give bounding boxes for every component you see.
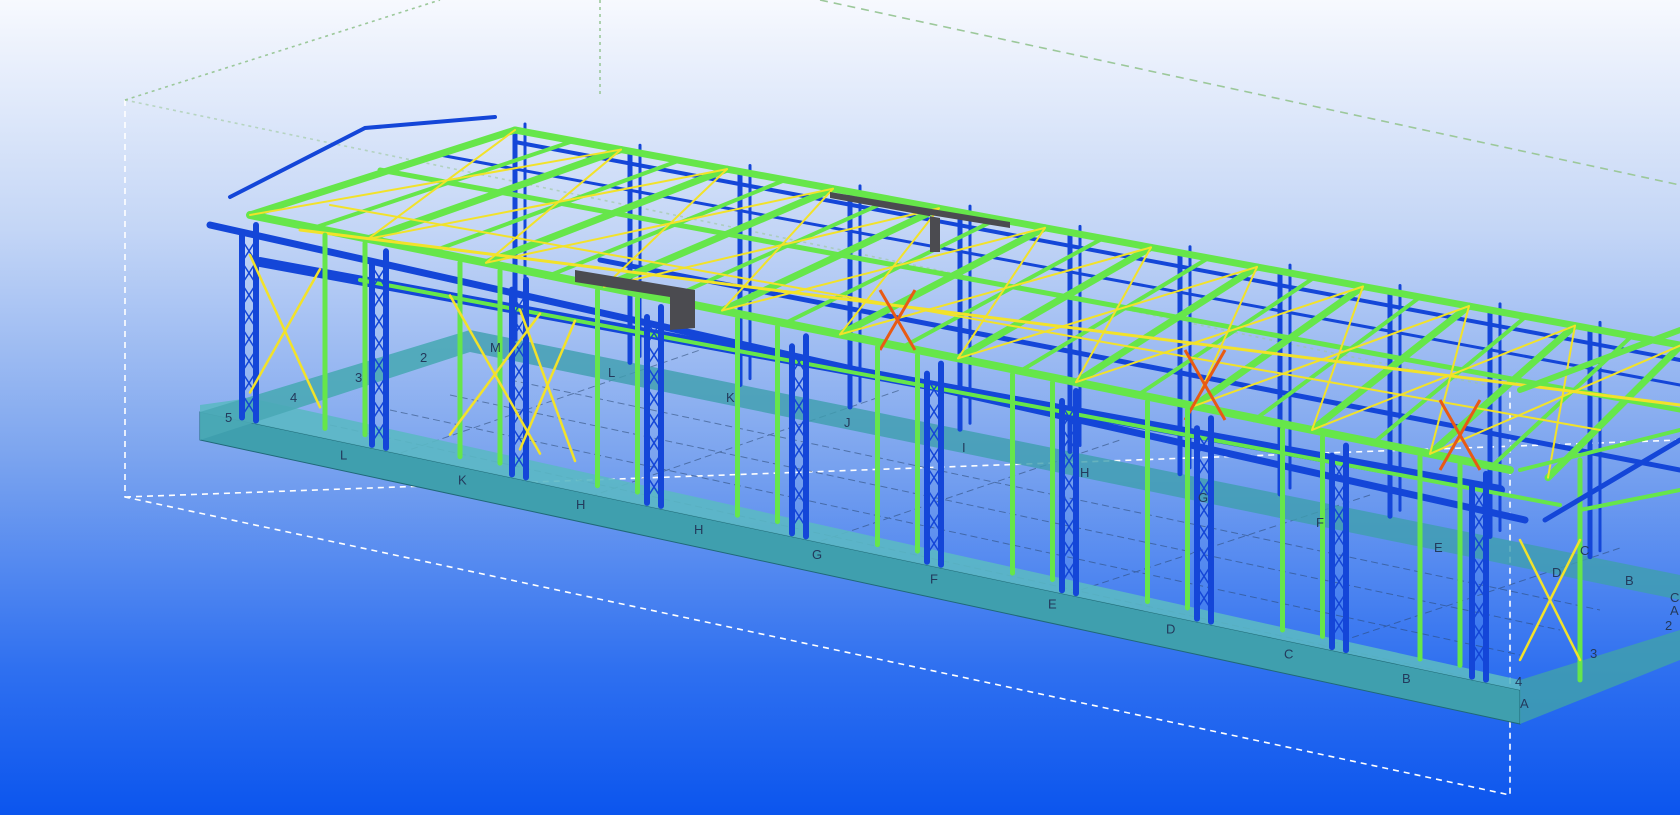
grid-label-right-letter: A xyxy=(1670,603,1679,618)
grid-label-right: 3 xyxy=(1590,646,1597,661)
grid-label-front: K xyxy=(458,472,467,487)
grid-label-right-letter: B xyxy=(1625,573,1634,588)
right-foundation-slab xyxy=(1520,630,1680,724)
grid-label-left: 5 xyxy=(225,410,232,425)
model-3d-viewport[interactable]: LKHHGFEDCBAMLKJIHGFEDC2345234CBA xyxy=(0,0,1680,815)
grid-label-front: B xyxy=(1402,671,1411,686)
grid-label-back: H xyxy=(1080,465,1089,480)
roof-brace xyxy=(603,168,728,288)
grid-label-front: G xyxy=(812,547,822,562)
grid-label-right: 2 xyxy=(1665,618,1672,633)
grid-label-back: I xyxy=(962,440,966,455)
grid-label-front: H xyxy=(694,522,703,537)
grid-label-front: F xyxy=(930,572,938,587)
grid-label-back: F xyxy=(1316,515,1324,530)
grid-label-right: 4 xyxy=(1515,674,1522,689)
grid-label-back: L xyxy=(608,365,615,380)
wall-brace xyxy=(248,267,322,394)
grid-label-back: E xyxy=(1434,540,1443,555)
roof-brace xyxy=(367,129,516,240)
grid-label-left: 3 xyxy=(355,370,362,385)
grid-label-left: 4 xyxy=(290,390,297,405)
steel-frame-model[interactable]: LKHHGFEDCBAMLKJIHGFEDC2345234CBA xyxy=(0,0,1680,815)
grid-label-back: M xyxy=(490,340,501,355)
grid-label-back: J xyxy=(844,415,851,430)
grid-label-front: A xyxy=(1520,696,1529,711)
grid-label-front: C xyxy=(1284,646,1293,661)
grid-label-front: E xyxy=(1048,597,1057,612)
grid-label-back: K xyxy=(726,390,735,405)
grid-label-front: L xyxy=(340,447,347,462)
grid-label-front: D xyxy=(1166,621,1175,636)
grid-label-back: G xyxy=(1198,490,1208,505)
grid-label-back: D xyxy=(1552,565,1561,580)
grid-label-front: H xyxy=(576,497,585,512)
grid-label-right-letter: C xyxy=(1580,543,1589,558)
grid-label-left: 2 xyxy=(420,350,427,365)
